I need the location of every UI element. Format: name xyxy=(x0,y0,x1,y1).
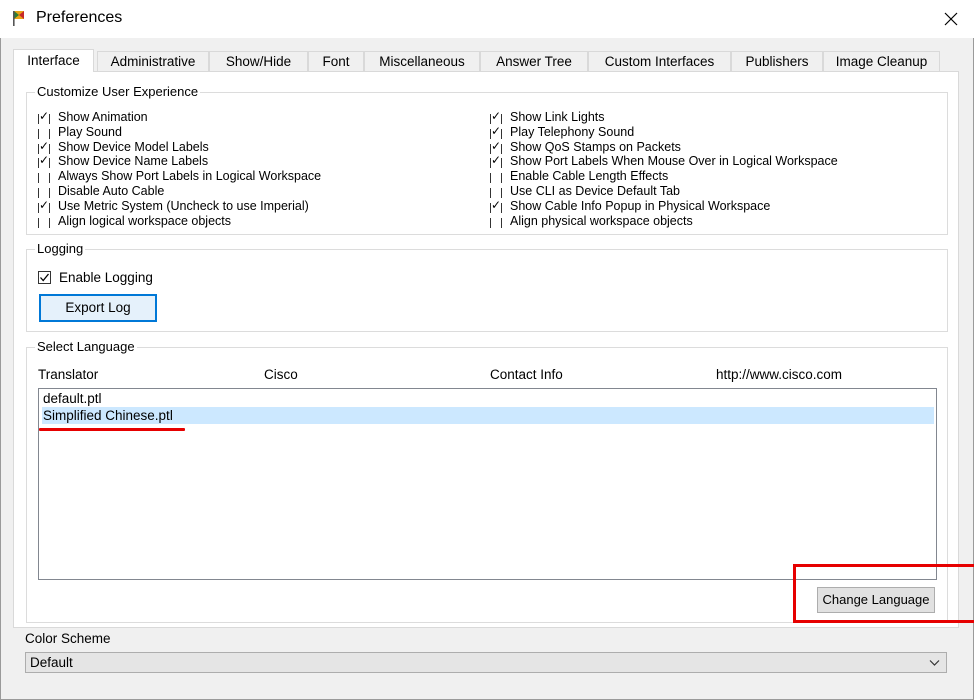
export-log-button[interactable]: Export Log xyxy=(39,294,157,322)
title-bar: Preferences xyxy=(0,0,974,38)
checked-box-icon[interactable]: ✓ xyxy=(37,199,51,213)
unchecked-box-icon[interactable] xyxy=(37,214,51,228)
red-box-annotation xyxy=(793,564,974,623)
checked-box-icon[interactable]: ✓ xyxy=(489,154,503,169)
ux-option-label: Use Metric System (Uncheck to use Imperi… xyxy=(58,198,309,213)
ux-option-label: Play Sound xyxy=(58,124,122,139)
tab-interface[interactable]: Interface xyxy=(13,49,94,72)
color-scheme-label: Color Scheme xyxy=(25,631,111,646)
checked-box-icon[interactable]: ✓ xyxy=(37,140,51,154)
ux-option-label: Align logical workspace objects xyxy=(58,213,232,228)
ux-option-row[interactable]: ✓ Show Animation xyxy=(37,110,477,125)
ux-option-row[interactable]: ✓ Show Device Name Labels xyxy=(37,154,477,169)
checked-box-icon[interactable]: ✓ xyxy=(489,199,503,213)
customize-ux-group: Customize User Experience ✓ Show Animatio… xyxy=(26,84,948,235)
checked-box-icon[interactable]: ✓ xyxy=(37,110,51,124)
ux-option-label: Align physical workspace objects xyxy=(510,213,693,228)
close-icon xyxy=(944,12,958,26)
contact-info-value: http://www.cisco.com xyxy=(716,367,843,382)
tab-show-hide[interactable]: Show/Hide xyxy=(209,51,308,71)
tab-custom-interfaces[interactable]: Custom Interfaces xyxy=(588,51,731,71)
unchecked-box-icon[interactable] xyxy=(489,169,503,184)
checkmark-icon xyxy=(40,273,50,282)
ux-option-label: Play Telephony Sound xyxy=(510,124,635,139)
color-scheme-value: Default xyxy=(30,655,73,670)
ux-option-row[interactable]: ✓ Show Link Lights xyxy=(489,110,944,125)
unchecked-box-icon[interactable] xyxy=(37,125,51,139)
checked-box-icon[interactable]: ✓ xyxy=(489,110,503,124)
unchecked-box-icon[interactable] xyxy=(37,184,51,198)
ux-option-row[interactable]: ✓ Play Telephony Sound xyxy=(489,125,944,140)
ux-option-row[interactable]: Use CLI as Device Default Tab xyxy=(489,184,944,199)
enable-logging-label: Enable Logging xyxy=(59,270,153,285)
ux-option-label: Show Cable Info Popup in Physical Worksp… xyxy=(510,198,771,213)
ux-option-label: Show Link Lights xyxy=(510,110,605,124)
color-scheme-select[interactable]: Default xyxy=(25,652,947,673)
window-title: Preferences xyxy=(36,9,123,26)
ux-option-row[interactable]: Align logical workspace objects xyxy=(37,214,477,229)
ux-option-row[interactable]: ✓ Use Metric System (Uncheck to use Imper… xyxy=(37,199,477,214)
list-item-simplified-chinese[interactable]: Simplified Chinese.ptl xyxy=(42,407,934,424)
translator-name: Cisco xyxy=(264,367,298,382)
ux-option-label: Show Device Model Labels xyxy=(58,139,209,154)
ux-option-row[interactable]: ✓ Show Device Model Labels xyxy=(37,140,477,155)
ux-option-label: Show Port Labels When Mouse Over in Logi… xyxy=(510,154,838,169)
unchecked-box-icon[interactable] xyxy=(37,169,51,184)
ux-option-row[interactable]: ✓ Show QoS Stamps on Packets xyxy=(489,140,944,155)
checked-box-icon[interactable]: ✓ xyxy=(489,140,503,154)
tab-image-cleanup[interactable]: Image Cleanup xyxy=(823,51,940,71)
tab-publishers[interactable]: Publishers xyxy=(731,51,823,71)
tab-administrative[interactable]: Administrative xyxy=(97,51,209,71)
red-underline-annotation xyxy=(39,428,185,431)
ux-option-row[interactable]: Align physical workspace objects xyxy=(489,214,944,229)
customize-ux-title: Customize User Experience xyxy=(35,84,201,100)
ux-option-row[interactable]: Enable Cable Length Effects xyxy=(489,169,944,184)
enable-logging-checkbox[interactable] xyxy=(38,271,51,284)
ux-option-label: Show Device Name Labels xyxy=(58,154,209,169)
tab-miscellaneous[interactable]: Miscellaneous xyxy=(364,51,480,71)
checked-box-icon[interactable]: ✓ xyxy=(37,154,51,169)
ux-option-row[interactable]: ✓ Show Cable Info Popup in Physical Works… xyxy=(489,199,944,214)
tab-font[interactable]: Font xyxy=(308,51,364,71)
ux-option-row[interactable]: Play Sound xyxy=(37,125,477,140)
ux-option-label: Always Show Port Labels in Logical Works… xyxy=(58,169,322,184)
ux-option-label: Disable Auto Cable xyxy=(58,184,165,198)
ux-option-row[interactable]: Disable Auto Cable xyxy=(37,184,477,199)
language-listbox[interactable]: default.ptl Simplified Chinese.ptl xyxy=(38,388,937,580)
logging-title: Logging xyxy=(35,241,86,257)
ux-option-label: Enable Cable Length Effects xyxy=(510,169,669,184)
ux-left-column: ✓ Show Animation Play Sound ✓ Show Device Mo… xyxy=(37,110,477,230)
select-language-title: Select Language xyxy=(35,339,137,355)
close-button[interactable] xyxy=(928,0,974,38)
ux-option-label: Show Animation xyxy=(58,110,148,124)
chevron-down-icon xyxy=(929,660,940,666)
ux-option-label: Use CLI as Device Default Tab xyxy=(510,184,680,198)
list-item-default[interactable]: default.ptl xyxy=(42,390,934,407)
translator-label: Translator xyxy=(38,367,99,382)
packet-tracer-icon xyxy=(10,9,28,27)
ux-option-row[interactable]: ✓ Show Port Labels When Mouse Over in Log… xyxy=(489,154,944,169)
contact-info-label: Contact Info xyxy=(490,367,563,382)
ux-option-row[interactable]: Always Show Port Labels in Logical Works… xyxy=(37,169,477,184)
unchecked-box-icon[interactable] xyxy=(489,184,503,198)
interface-tab-panel: Customize User Experience ✓ Show Animatio… xyxy=(13,71,959,628)
ux-right-column: ✓ Show Link Lights ✓ Play Telephony Sound ✓ S… xyxy=(489,110,944,230)
logging-group: Logging Enable Logging Export Log xyxy=(26,241,948,332)
unchecked-box-icon[interactable] xyxy=(489,214,503,228)
checked-box-icon[interactable]: ✓ xyxy=(489,125,503,139)
tab-answer-tree[interactable]: Answer Tree xyxy=(480,51,588,71)
ux-option-label: Show QoS Stamps on Packets xyxy=(510,139,681,154)
